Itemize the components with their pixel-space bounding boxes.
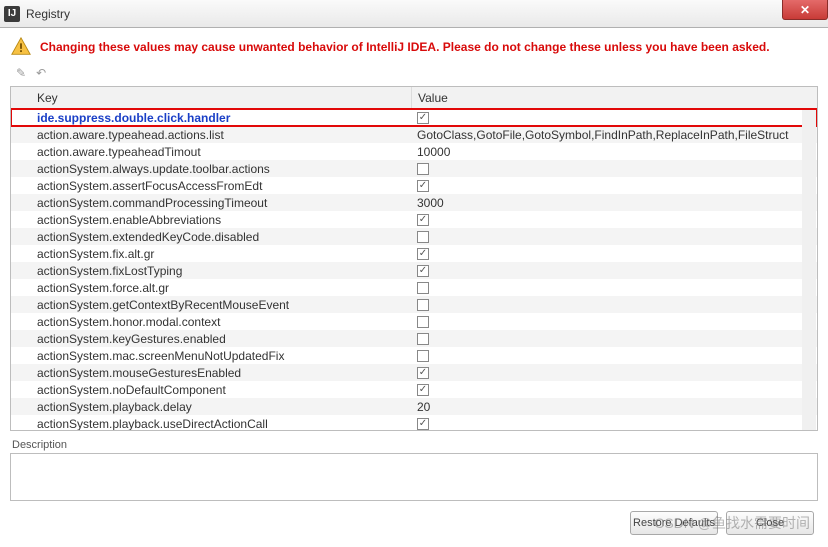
table-row[interactable]: actionSystem.getContextByRecentMouseEven… xyxy=(11,296,817,313)
row-key: actionSystem.enableAbbreviations xyxy=(11,213,411,227)
row-value[interactable] xyxy=(411,384,817,396)
toolbar: ✎ ↶ xyxy=(10,64,818,86)
row-value[interactable]: 3000 xyxy=(411,196,817,210)
row-value[interactable] xyxy=(411,214,817,226)
table-body: ide.suppress.double.click.handleraction.… xyxy=(11,109,817,431)
row-value[interactable]: GotoClass,GotoFile,GotoSymbol,FindInPath… xyxy=(411,128,817,142)
checkbox[interactable] xyxy=(417,418,429,430)
warning-icon xyxy=(10,36,32,58)
row-value[interactable] xyxy=(411,299,817,311)
checkbox[interactable] xyxy=(417,163,429,175)
row-value[interactable] xyxy=(411,418,817,430)
app-icon: IJ xyxy=(4,6,20,22)
row-key: action.aware.typeahead.actions.list xyxy=(11,128,411,142)
row-key: actionSystem.extendedKeyCode.disabled xyxy=(11,230,411,244)
row-key: actionSystem.mouseGesturesEnabled xyxy=(11,366,411,380)
row-key: actionSystem.noDefaultComponent xyxy=(11,383,411,397)
checkbox[interactable] xyxy=(417,350,429,362)
row-value[interactable] xyxy=(411,316,817,328)
row-key: actionSystem.playback.delay xyxy=(11,400,411,414)
table-row[interactable]: actionSystem.playback.delay20 xyxy=(11,398,817,415)
column-header-value[interactable]: Value xyxy=(411,87,817,108)
row-value[interactable] xyxy=(411,163,817,175)
row-value[interactable] xyxy=(411,265,817,277)
row-key: actionSystem.getContextByRecentMouseEven… xyxy=(11,298,411,312)
table-row[interactable]: ide.suppress.double.click.handler xyxy=(11,109,817,126)
row-key: actionSystem.force.alt.gr xyxy=(11,281,411,295)
table-row[interactable]: actionSystem.honor.modal.context xyxy=(11,313,817,330)
row-key: actionSystem.keyGestures.enabled xyxy=(11,332,411,346)
restore-defaults-button[interactable]: Restore Defaults xyxy=(630,511,718,535)
table-row[interactable]: actionSystem.commandProcessingTimeout300… xyxy=(11,194,817,211)
dialog-buttons: Restore Defaults Close xyxy=(10,501,818,543)
table-row[interactable]: actionSystem.fix.alt.gr xyxy=(11,245,817,262)
table-row[interactable]: actionSystem.assertFocusAccessFromEdt xyxy=(11,177,817,194)
description-box xyxy=(10,453,818,501)
edit-icon[interactable]: ✎ xyxy=(16,66,26,80)
table-row[interactable]: actionSystem.enableAbbreviations xyxy=(11,211,817,228)
row-value[interactable] xyxy=(411,180,817,192)
checkbox[interactable] xyxy=(417,299,429,311)
row-value[interactable] xyxy=(411,248,817,260)
row-value[interactable] xyxy=(411,333,817,345)
table-row[interactable]: actionSystem.mouseGesturesEnabled xyxy=(11,364,817,381)
close-button[interactable]: Close xyxy=(726,511,814,535)
checkbox[interactable] xyxy=(417,112,429,124)
checkbox[interactable] xyxy=(417,214,429,226)
table-row[interactable]: actionSystem.playback.useDirectActionCal… xyxy=(11,415,817,431)
row-value[interactable] xyxy=(411,112,817,124)
table-row[interactable]: actionSystem.mac.screenMenuNotUpdatedFix xyxy=(11,347,817,364)
row-value[interactable] xyxy=(411,231,817,243)
table-row[interactable]: actionSystem.always.update.toolbar.actio… xyxy=(11,160,817,177)
checkbox[interactable] xyxy=(417,367,429,379)
scrollbar[interactable] xyxy=(802,110,816,430)
registry-table: Key Value ide.suppress.double.click.hand… xyxy=(10,86,818,431)
row-value[interactable] xyxy=(411,367,817,379)
row-value[interactable]: 20 xyxy=(411,400,817,414)
warning-banner: Changing these values may cause unwanted… xyxy=(10,36,818,58)
table-row[interactable]: actionSystem.force.alt.gr xyxy=(11,279,817,296)
row-value[interactable] xyxy=(411,282,817,294)
row-key: actionSystem.assertFocusAccessFromEdt xyxy=(11,179,411,193)
warning-text: Changing these values may cause unwanted… xyxy=(40,40,770,54)
table-row[interactable]: action.aware.typeahead.actions.listGotoC… xyxy=(11,126,817,143)
row-key: actionSystem.always.update.toolbar.actio… xyxy=(11,162,411,176)
row-key: actionSystem.honor.modal.context xyxy=(11,315,411,329)
row-value[interactable]: 10000 xyxy=(411,145,817,159)
checkbox[interactable] xyxy=(417,265,429,277)
row-key: actionSystem.fix.alt.gr xyxy=(11,247,411,261)
column-header-key[interactable]: Key xyxy=(11,91,411,105)
checkbox[interactable] xyxy=(417,316,429,328)
close-icon: ✕ xyxy=(800,3,810,17)
titlebar: IJ Registry ✕ xyxy=(0,0,828,28)
table-row[interactable]: actionSystem.noDefaultComponent xyxy=(11,381,817,398)
table-row[interactable]: actionSystem.extendedKeyCode.disabled xyxy=(11,228,817,245)
description-section: Description xyxy=(10,439,818,501)
table-row[interactable]: actionSystem.keyGestures.enabled xyxy=(11,330,817,347)
checkbox[interactable] xyxy=(417,180,429,192)
row-key: actionSystem.fixLostTyping xyxy=(11,264,411,278)
row-key: actionSystem.commandProcessingTimeout xyxy=(11,196,411,210)
checkbox[interactable] xyxy=(417,248,429,260)
table-row[interactable]: action.aware.typeaheadTimout10000 xyxy=(11,143,817,160)
undo-icon[interactable]: ↶ xyxy=(36,66,46,80)
table-row[interactable]: actionSystem.fixLostTyping xyxy=(11,262,817,279)
checkbox[interactable] xyxy=(417,333,429,345)
row-value[interactable] xyxy=(411,350,817,362)
close-window-button[interactable]: ✕ xyxy=(782,0,828,20)
row-key: ide.suppress.double.click.handler xyxy=(11,111,411,125)
row-key: actionSystem.playback.useDirectActionCal… xyxy=(11,417,411,431)
row-key: action.aware.typeaheadTimout xyxy=(11,145,411,159)
description-label: Description xyxy=(10,439,818,451)
checkbox[interactable] xyxy=(417,231,429,243)
row-key: actionSystem.mac.screenMenuNotUpdatedFix xyxy=(11,349,411,363)
table-header: Key Value xyxy=(11,87,817,109)
checkbox[interactable] xyxy=(417,384,429,396)
window-title: Registry xyxy=(26,7,70,21)
checkbox[interactable] xyxy=(417,282,429,294)
